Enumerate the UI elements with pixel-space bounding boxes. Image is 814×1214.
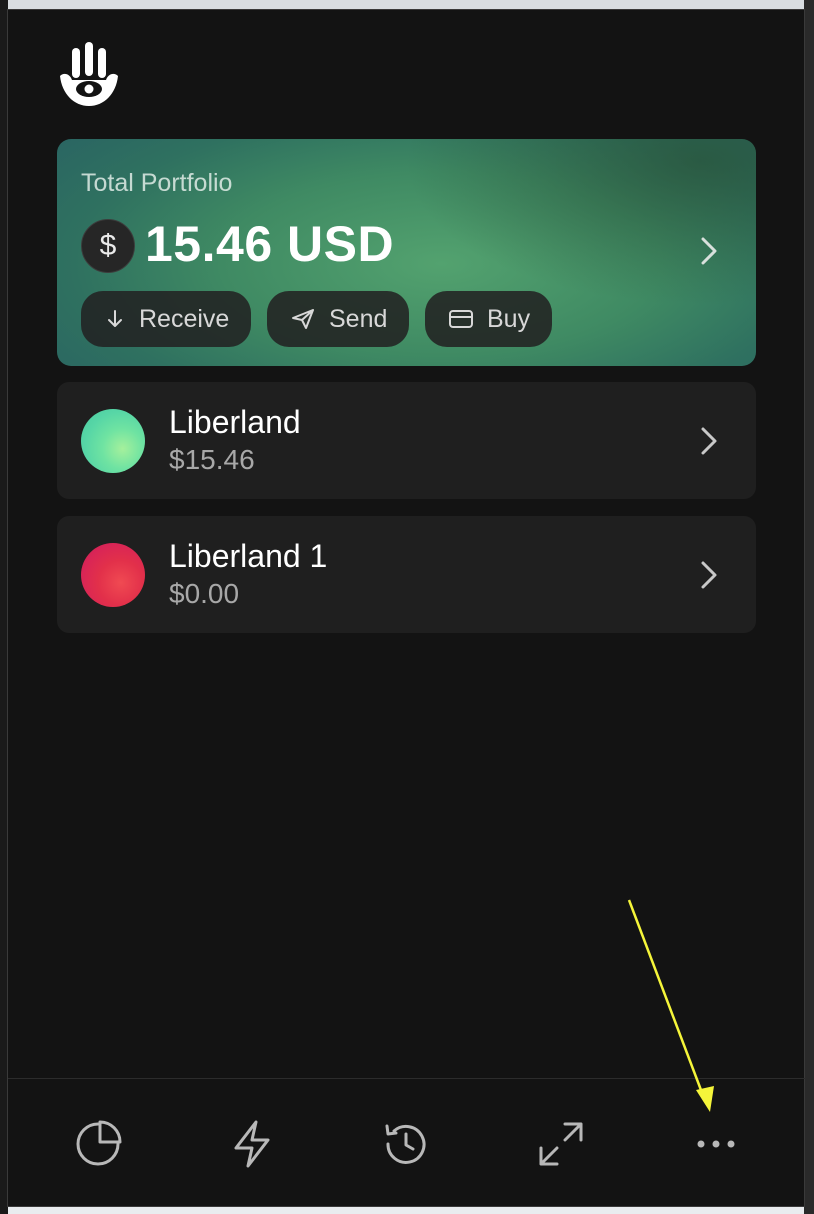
hamsa-eye-logo-icon bbox=[60, 42, 118, 106]
account-balance: $15.46 bbox=[169, 444, 255, 475]
account-avatar bbox=[81, 409, 145, 473]
buy-label: Buy bbox=[487, 304, 531, 333]
chevron-right-icon bbox=[701, 561, 717, 589]
account-name: Liberland bbox=[169, 404, 301, 440]
account-balance: $0.00 bbox=[169, 578, 240, 609]
receive-button[interactable]: Receive bbox=[81, 291, 251, 347]
bottom-nav-divider bbox=[8, 1078, 806, 1079]
account-avatar bbox=[81, 543, 145, 607]
lightning-icon[interactable] bbox=[226, 1118, 278, 1170]
credit-card-icon bbox=[449, 310, 473, 328]
arrow-down-icon bbox=[108, 310, 122, 327]
receive-label: Receive bbox=[139, 304, 230, 333]
portfolio-label: Total Portfolio bbox=[81, 169, 233, 197]
page-background-right bbox=[804, 0, 814, 1214]
buy-button[interactable]: Buy bbox=[425, 291, 552, 347]
history-icon[interactable] bbox=[380, 1118, 432, 1170]
portfolio-total-amount: 15.46 USD bbox=[145, 216, 395, 272]
send-button[interactable]: Send bbox=[267, 291, 409, 347]
account-row-liberland[interactable]: Liberland $15.46 bbox=[57, 382, 756, 499]
account-row-liberland-1[interactable]: Liberland 1 $0.00 bbox=[57, 516, 756, 633]
chevron-right-icon bbox=[701, 237, 717, 265]
currency-badge: $ bbox=[81, 219, 135, 273]
pie-chart-icon[interactable] bbox=[72, 1118, 124, 1170]
total-portfolio-card[interactable]: Total Portfolio $ 15.46 USD Receive Send… bbox=[57, 139, 756, 366]
more-dots-icon[interactable] bbox=[690, 1118, 742, 1170]
account-name: Liberland 1 bbox=[169, 538, 328, 574]
paper-plane-icon bbox=[292, 309, 314, 329]
send-label: Send bbox=[329, 304, 388, 333]
chevron-right-icon bbox=[701, 427, 717, 455]
expand-icon[interactable] bbox=[535, 1118, 587, 1170]
wallet-popup: Total Portfolio $ 15.46 USD Receive Send… bbox=[7, 9, 806, 1207]
